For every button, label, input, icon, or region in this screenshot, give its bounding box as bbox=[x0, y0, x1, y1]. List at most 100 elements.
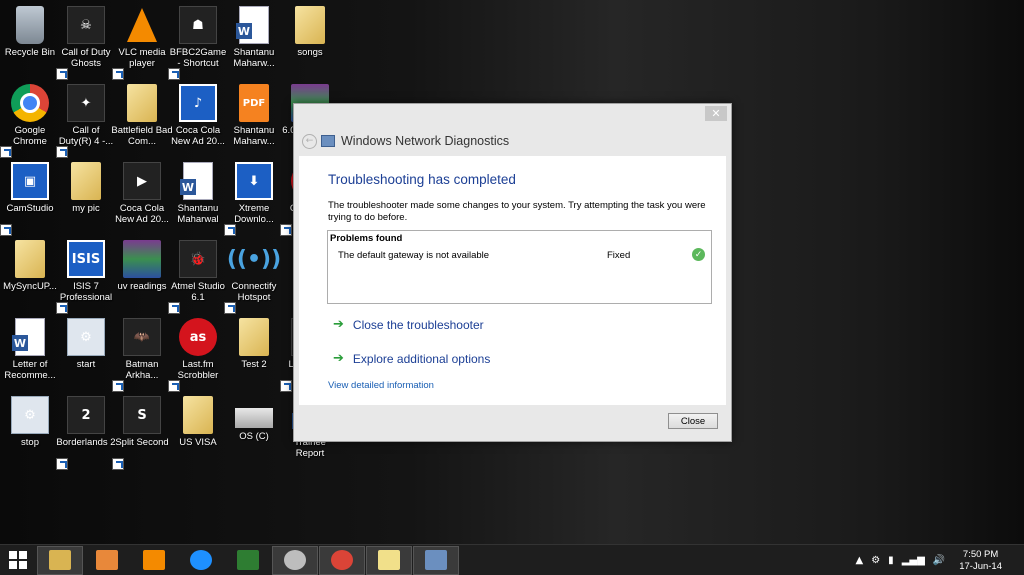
desktop-icon-label: uv readings bbox=[117, 281, 167, 292]
network-diagnostics-icon bbox=[425, 550, 447, 570]
close-troubleshooter-link[interactable]: ➔ Close the troubleshooter bbox=[333, 317, 484, 332]
taskbar-button[interactable] bbox=[272, 545, 318, 575]
folder-icon bbox=[183, 396, 213, 434]
shortcut-arrow-icon bbox=[56, 68, 68, 80]
desktop-icon[interactable]: ▣ CamStudio bbox=[0, 158, 60, 236]
desktop-icon[interactable]: ▶ Coca Cola New Ad 20... bbox=[112, 158, 172, 236]
shortcut-arrow-icon bbox=[168, 380, 180, 392]
taskbar-button[interactable] bbox=[178, 546, 224, 575]
taskbar-button[interactable] bbox=[84, 546, 130, 575]
music-file-icon: ♪ bbox=[179, 84, 217, 122]
desktop-icon-label: Call of Duty(R) 4 -... bbox=[58, 125, 114, 147]
desktop-icon[interactable]: US VISA bbox=[168, 392, 228, 470]
desktop-icon[interactable]: ISIS ISIS 7 Professional bbox=[56, 236, 116, 314]
pdf-icon: PDF bbox=[239, 84, 269, 122]
close-button[interactable]: Close bbox=[668, 413, 718, 429]
desktop-icon-label: ISIS 7 Professional bbox=[59, 281, 113, 303]
desktop-icon[interactable]: 🐞 Atmel Studio 6.1 bbox=[168, 236, 228, 314]
desktop-icon[interactable]: Recycle Bin bbox=[0, 2, 60, 80]
folder-icon bbox=[378, 550, 400, 570]
desktop-icon[interactable]: songs bbox=[280, 2, 340, 80]
taskbar-button[interactable] bbox=[225, 546, 271, 575]
shortcut-arrow-icon bbox=[168, 68, 180, 80]
desktop-icon[interactable]: Test 2 bbox=[224, 314, 284, 392]
desktop-icon[interactable]: VLC media player bbox=[112, 2, 172, 80]
call-of-duty-4-icon: ✦ bbox=[67, 84, 105, 122]
desktop-icon[interactable]: Shantanu Maharwal bbox=[168, 158, 228, 236]
page-heading: Troubleshooting has completed bbox=[328, 172, 516, 187]
taskbar-apps bbox=[37, 545, 460, 575]
desktop-icon-label: VLC media player bbox=[118, 47, 166, 69]
desktop-icon[interactable]: ☠ Call of Duty Ghosts bbox=[56, 2, 116, 80]
desktop-icon[interactable]: Letter of Recomme... bbox=[0, 314, 60, 392]
green-arrow-icon: ➔ bbox=[333, 317, 344, 332]
paint-icon bbox=[96, 550, 118, 570]
taskbar-button[interactable] bbox=[366, 545, 412, 575]
desktop-icon[interactable]: ⚙ stop bbox=[0, 392, 60, 470]
desktop-icon-label: Test 2 bbox=[241, 359, 267, 370]
steam-tray-icon[interactable]: ⚙ bbox=[871, 555, 880, 566]
desktop-icon[interactable]: Google Chrome bbox=[0, 80, 60, 158]
shortcut-arrow-icon bbox=[56, 146, 68, 158]
desktop-icon[interactable]: 🦇 Batman Arkha... bbox=[112, 314, 172, 392]
show-hidden-icons-icon[interactable]: ▲ bbox=[856, 555, 864, 566]
desktop-icon[interactable]: ((•)) Connectify Hotspot bbox=[224, 236, 284, 314]
volume-icon[interactable]: 🔊 bbox=[933, 555, 945, 566]
clock[interactable]: 7:50 PM 17-Jun-14 bbox=[959, 549, 1002, 573]
window-title: Windows Network Diagnostics bbox=[341, 134, 510, 148]
folder-icon bbox=[127, 84, 157, 122]
desktop-icon-label: Xtreme Downlo... bbox=[234, 203, 274, 225]
close-window-button[interactable]: ✕ bbox=[705, 106, 727, 121]
taskbar-button[interactable] bbox=[37, 545, 83, 575]
taskbar-button[interactable] bbox=[319, 545, 365, 575]
desktop-icon[interactable]: ♪ Coca Cola New Ad 20... bbox=[168, 80, 228, 158]
desktop-icon[interactable]: MySyncUP... bbox=[0, 236, 60, 314]
recycle-bin-icon bbox=[16, 6, 44, 44]
problems-header: Problems found bbox=[330, 233, 403, 244]
problem-status: Fixed bbox=[607, 250, 631, 261]
desktop-icon[interactable]: as Last.fm Scrobbler bbox=[168, 314, 228, 392]
desktop-icon[interactable]: Shantanu Maharw... bbox=[224, 2, 284, 80]
shortcut-arrow-icon bbox=[56, 458, 68, 470]
chrome-icon bbox=[11, 84, 49, 122]
internet-explorer-icon bbox=[190, 550, 212, 570]
start-button[interactable] bbox=[0, 546, 36, 575]
desktop-icon-label: Coca Cola New Ad 20... bbox=[171, 125, 225, 147]
lastfm-icon: as bbox=[179, 318, 217, 356]
view-detailed-information-link[interactable]: View detailed information bbox=[328, 380, 434, 391]
desktop-icon-label: US VISA bbox=[179, 437, 217, 448]
taskbar-button[interactable] bbox=[413, 545, 459, 575]
desktop-icon[interactable]: S Split Second bbox=[112, 392, 172, 470]
chrome-icon bbox=[331, 550, 353, 570]
desktop-icon[interactable]: ✦ Call of Duty(R) 4 -... bbox=[56, 80, 116, 158]
desktop-icon-label: my pic bbox=[72, 203, 100, 214]
desktop-icon[interactable]: 2 Borderlands 2 bbox=[56, 392, 116, 470]
desktop-icon-label: start bbox=[76, 359, 96, 370]
drive-icon bbox=[235, 408, 273, 428]
desktop-icon-label: Shantanu Maharwal bbox=[177, 203, 219, 225]
explore-options-link[interactable]: ➔ Explore additional options bbox=[333, 351, 490, 366]
taskbar-button[interactable] bbox=[131, 546, 177, 575]
shortcut-arrow-icon bbox=[0, 224, 12, 236]
desktop-icon[interactable]: OS (C) bbox=[224, 392, 284, 470]
back-arrow-icon[interactable]: ← bbox=[302, 133, 317, 149]
folder-icon bbox=[15, 240, 45, 278]
desktop-icon[interactable]: ☗ BFBC2Game - Shortcut bbox=[168, 2, 228, 80]
shortcut-arrow-icon bbox=[112, 380, 124, 392]
desktop-icon[interactable]: my pic bbox=[56, 158, 116, 236]
shortcut-arrow-icon bbox=[56, 302, 68, 314]
camstudio-icon: ▣ bbox=[11, 162, 49, 200]
desktop-icon-label: Recycle Bin bbox=[4, 47, 56, 58]
desktop-icon-label: Shantanu Maharw... bbox=[233, 125, 275, 147]
desktop-icon[interactable]: PDF Shantanu Maharw... bbox=[224, 80, 284, 158]
desktop-icon[interactable]: ⬇ Xtreme Downlo... bbox=[224, 158, 284, 236]
desktop-icon[interactable]: Battlefield Bad Com... bbox=[111, 80, 173, 158]
desktop-icon[interactable]: ⚙ start bbox=[56, 314, 116, 392]
desktop-icon[interactable]: uv readings bbox=[112, 236, 172, 314]
power-icon[interactable]: ▮ bbox=[888, 555, 894, 566]
desktop-icon-label: Split Second bbox=[115, 437, 169, 448]
desktop-icon-label: OS (C) bbox=[239, 431, 269, 442]
call-of-duty-ghosts-icon: ☠ bbox=[67, 6, 105, 44]
desktop-icon-label: Letter of Recomme... bbox=[4, 359, 56, 381]
network-icon[interactable]: ▂▄▆ bbox=[902, 555, 925, 566]
